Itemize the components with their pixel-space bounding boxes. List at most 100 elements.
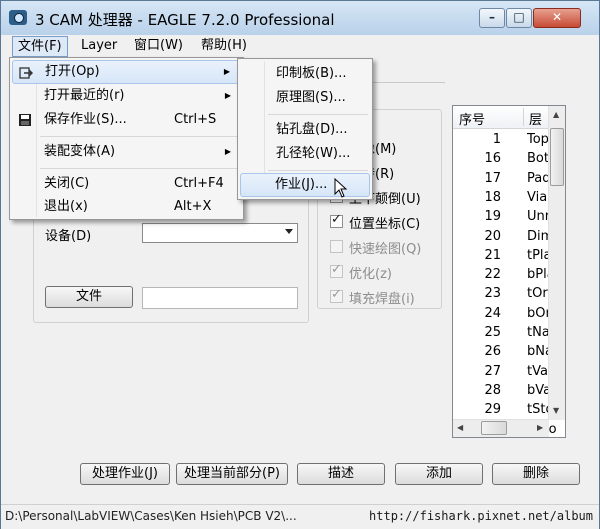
submenu-item-wheel[interactable]: 孔径轮(W)... <box>240 142 370 166</box>
layer-row[interactable]: 1 Top <box>453 132 549 151</box>
vertical-scroll-thumb[interactable] <box>550 128 564 186</box>
scroll-right-icon[interactable]: ▶ <box>537 423 543 432</box>
layer-number: 29 <box>484 402 501 418</box>
menu-item-exit-label: 退出(x) <box>44 199 88 214</box>
option-checkbox-5[interactable] <box>330 262 343 278</box>
submenu-arrow-icon: ▶ <box>224 147 231 156</box>
option-checkbox-4[interactable] <box>330 240 343 253</box>
process-section-button[interactable]: 处理当前部分(P) <box>176 463 288 485</box>
menu-bar: 文件(F) Layer 窗口(W) 帮助(H) <box>1 35 599 57</box>
submenu-item-job[interactable]: 作业(J)... <box>240 173 370 197</box>
menu-separator <box>40 136 240 137</box>
menu-item-open[interactable]: 打开(Op) ▶ <box>12 60 241 84</box>
title-bar[interactable]: 3 CAM 处理器 - EAGLE 7.2.0 Professional – □… <box>1 1 599 35</box>
maximize-button[interactable]: □ <box>506 8 532 28</box>
file-button[interactable]: 文件 <box>45 286 133 308</box>
minimize-button[interactable]: – <box>479 8 505 28</box>
header-layer[interactable]: 层 <box>529 109 542 128</box>
layer-row[interactable]: 18 Via <box>453 190 549 209</box>
layer-number: 23 <box>484 286 501 302</box>
layer-number: 22 <box>484 267 501 283</box>
layer-row[interactable]: 16 Bot <box>453 151 549 170</box>
option-checkbox-3[interactable] <box>330 212 343 228</box>
layer-row[interactable]: 27 tVal <box>453 363 551 383</box>
open-icon <box>19 67 33 79</box>
menu-window[interactable]: 窗口(W) <box>129 37 188 55</box>
submenu-item-schematic[interactable]: 原理图(S)... <box>240 86 370 110</box>
file-menu-dropdown: 打开(Op) ▶ 打开最近的(r) ▶ 保存作业(S)... Ctrl+S 装配… <box>9 57 244 220</box>
submenu-item-board[interactable]: 印制板(B)... <box>240 62 370 86</box>
layer-number: 28 <box>484 382 501 398</box>
scroll-left-icon[interactable]: ◀ <box>457 423 463 432</box>
mouse-cursor-icon <box>334 178 348 198</box>
menu-item-close-label: 关闭(C) <box>44 176 90 191</box>
layer-row[interactable]: 17 Pad <box>453 171 550 190</box>
layer-number: 25 <box>484 325 501 340</box>
menu-item-assembly-variant-label: 装配变体(A) <box>44 144 116 159</box>
menu-item-close-shortcut: Ctrl+F4 <box>174 176 224 191</box>
layer-number: 18 <box>484 189 501 205</box>
layer-name: Via <box>527 189 548 205</box>
file-input[interactable] <box>142 287 298 309</box>
layer-row[interactable]: 25 tNa <box>453 325 549 344</box>
description-button[interactable]: 描述 <box>297 463 385 485</box>
header-divider <box>523 108 524 126</box>
layer-row[interactable]: 22 bPla <box>453 267 554 286</box>
process-job-button[interactable]: 处理作业(J) <box>80 463 170 485</box>
layer-row[interactable]: 19 Unr <box>453 209 551 228</box>
menu-item-exit[interactable]: 退出(x) Alt+X <box>12 195 241 219</box>
layer-name: Bot <box>527 151 549 167</box>
submenu-item-board-label: 印制板(B)... <box>276 66 347 81</box>
menu-layer[interactable]: Layer <box>76 37 122 55</box>
layer-row[interactable]: 26 bNa <box>453 344 553 363</box>
save-icon <box>19 114 31 126</box>
layer-row[interactable]: 20 Dim <box>453 228 553 248</box>
submenu-item-wheel-label: 孔径轮(W)... <box>276 146 351 161</box>
layer-name: tNa <box>527 325 550 340</box>
menu-item-save-job-shortcut: Ctrl+S <box>174 112 217 127</box>
horizontal-scrollbar[interactable]: ◀ ▶ <box>453 419 549 437</box>
option-label-5: 优化(z) <box>349 267 392 282</box>
add-button[interactable]: 添加 <box>395 463 483 485</box>
horizontal-scroll-thumb[interactable] <box>481 421 507 435</box>
submenu-arrow-icon: ▶ <box>224 91 231 100</box>
vertical-scrollbar[interactable]: ▲ ▼ <box>548 106 565 420</box>
layer-number: 27 <box>484 363 501 379</box>
layer-list[interactable]: 序号 层 1 Top 16 Bot 17 Pad 18 Via 19 Unr 20 Dim 21 tPla… <box>452 105 566 438</box>
scroll-down-icon[interactable]: ▼ <box>553 406 559 415</box>
menu-item-recent[interactable]: 打开最近的(r) ▶ <box>12 84 241 108</box>
menu-item-save-job[interactable]: 保存作业(S)... Ctrl+S <box>12 108 241 132</box>
menu-separator <box>268 170 368 171</box>
option-label-3: 位置坐标(C) <box>349 217 421 232</box>
status-bar: D:\Personal\LabVIEW\Cases\Ken Hsieh\PCB … <box>1 504 599 529</box>
layer-row[interactable]: 23 tOri <box>453 286 551 305</box>
layer-row[interactable]: 24 bOri <box>453 306 554 325</box>
camera-icon <box>9 10 27 25</box>
scroll-up-icon[interactable]: ▲ <box>553 110 559 119</box>
menu-separator <box>40 168 240 169</box>
layer-name: Unr <box>527 209 551 225</box>
submenu-item-schematic-label: 原理图(S)... <box>276 90 346 105</box>
menu-item-assembly-variant[interactable]: 装配变体(A) ▶ <box>12 140 241 164</box>
menu-item-exit-shortcut: Alt+X <box>174 199 212 214</box>
header-number[interactable]: 序号 <box>459 109 485 128</box>
layer-number: 20 <box>484 228 501 244</box>
menu-file[interactable]: 文件(F) <box>12 36 68 57</box>
submenu-item-job-label: 作业(J)... <box>275 177 328 192</box>
submenu-item-drill-rack[interactable]: 钻孔盘(D)... <box>240 118 370 142</box>
layer-name: Top <box>527 132 549 147</box>
option-label-4: 快速绘图(Q) <box>349 242 422 257</box>
layer-number: 1 <box>492 132 501 147</box>
delete-button[interactable]: 删除 <box>492 463 580 485</box>
option-checkbox-6[interactable] <box>330 287 343 303</box>
layer-list-header: 序号 层 <box>453 106 549 129</box>
window-title: 3 CAM 处理器 - EAGLE 7.2.0 Professional <box>35 11 335 29</box>
menu-item-close[interactable]: 关闭(C) Ctrl+F4 <box>12 172 241 196</box>
device-combo[interactable] <box>142 223 298 243</box>
layer-number: 19 <box>484 209 501 225</box>
layer-row[interactable]: 28 bVal <box>453 382 554 402</box>
submenu-arrow-icon: ▶ <box>223 67 230 76</box>
menu-help[interactable]: 帮助(H) <box>196 37 252 55</box>
layer-row[interactable]: 21 tPla <box>453 248 551 267</box>
close-button[interactable]: ✕ <box>533 8 581 28</box>
